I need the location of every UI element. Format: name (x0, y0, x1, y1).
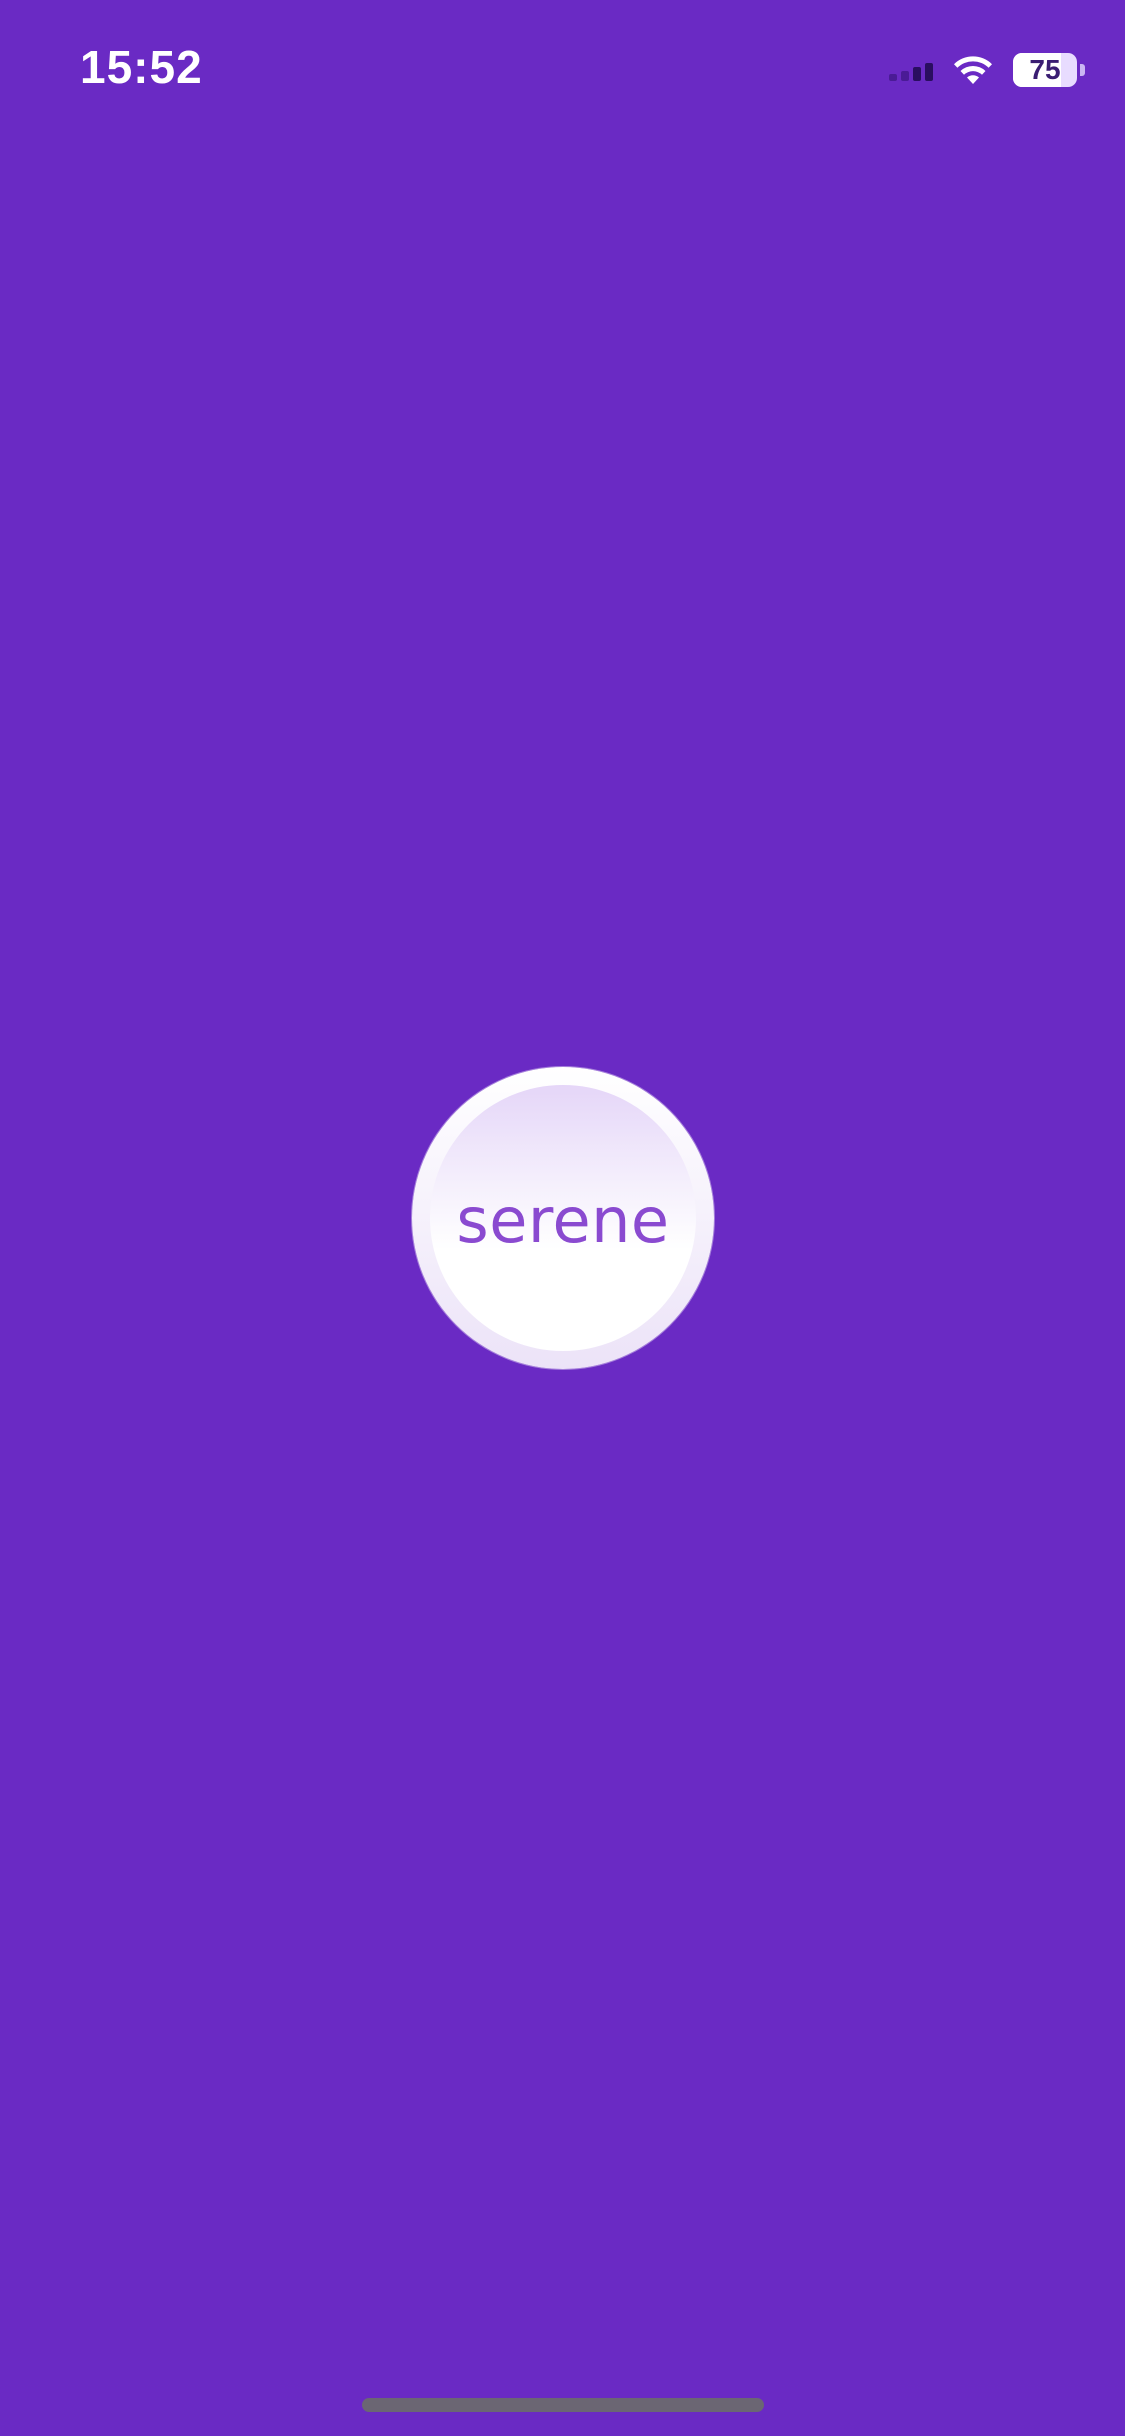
status-icons: 75 (889, 50, 1085, 90)
app-logo: serene (412, 1067, 714, 1369)
battery-group: 75 (1013, 53, 1085, 87)
app-logo-inner-circle: serene (430, 1085, 696, 1351)
cellular-signal-icon (889, 59, 933, 81)
battery-icon: 75 (1013, 53, 1077, 87)
status-bar: 15:52 75 (0, 0, 1125, 140)
battery-cap (1080, 64, 1085, 76)
status-time: 15:52 (80, 41, 203, 93)
home-indicator[interactable] (362, 2398, 764, 2412)
battery-level: 75 (1029, 54, 1061, 85)
app-logo-text: serene (456, 1183, 670, 1257)
wifi-icon (951, 53, 995, 87)
splash-screen: 15:52 75 serene (0, 0, 1125, 2436)
